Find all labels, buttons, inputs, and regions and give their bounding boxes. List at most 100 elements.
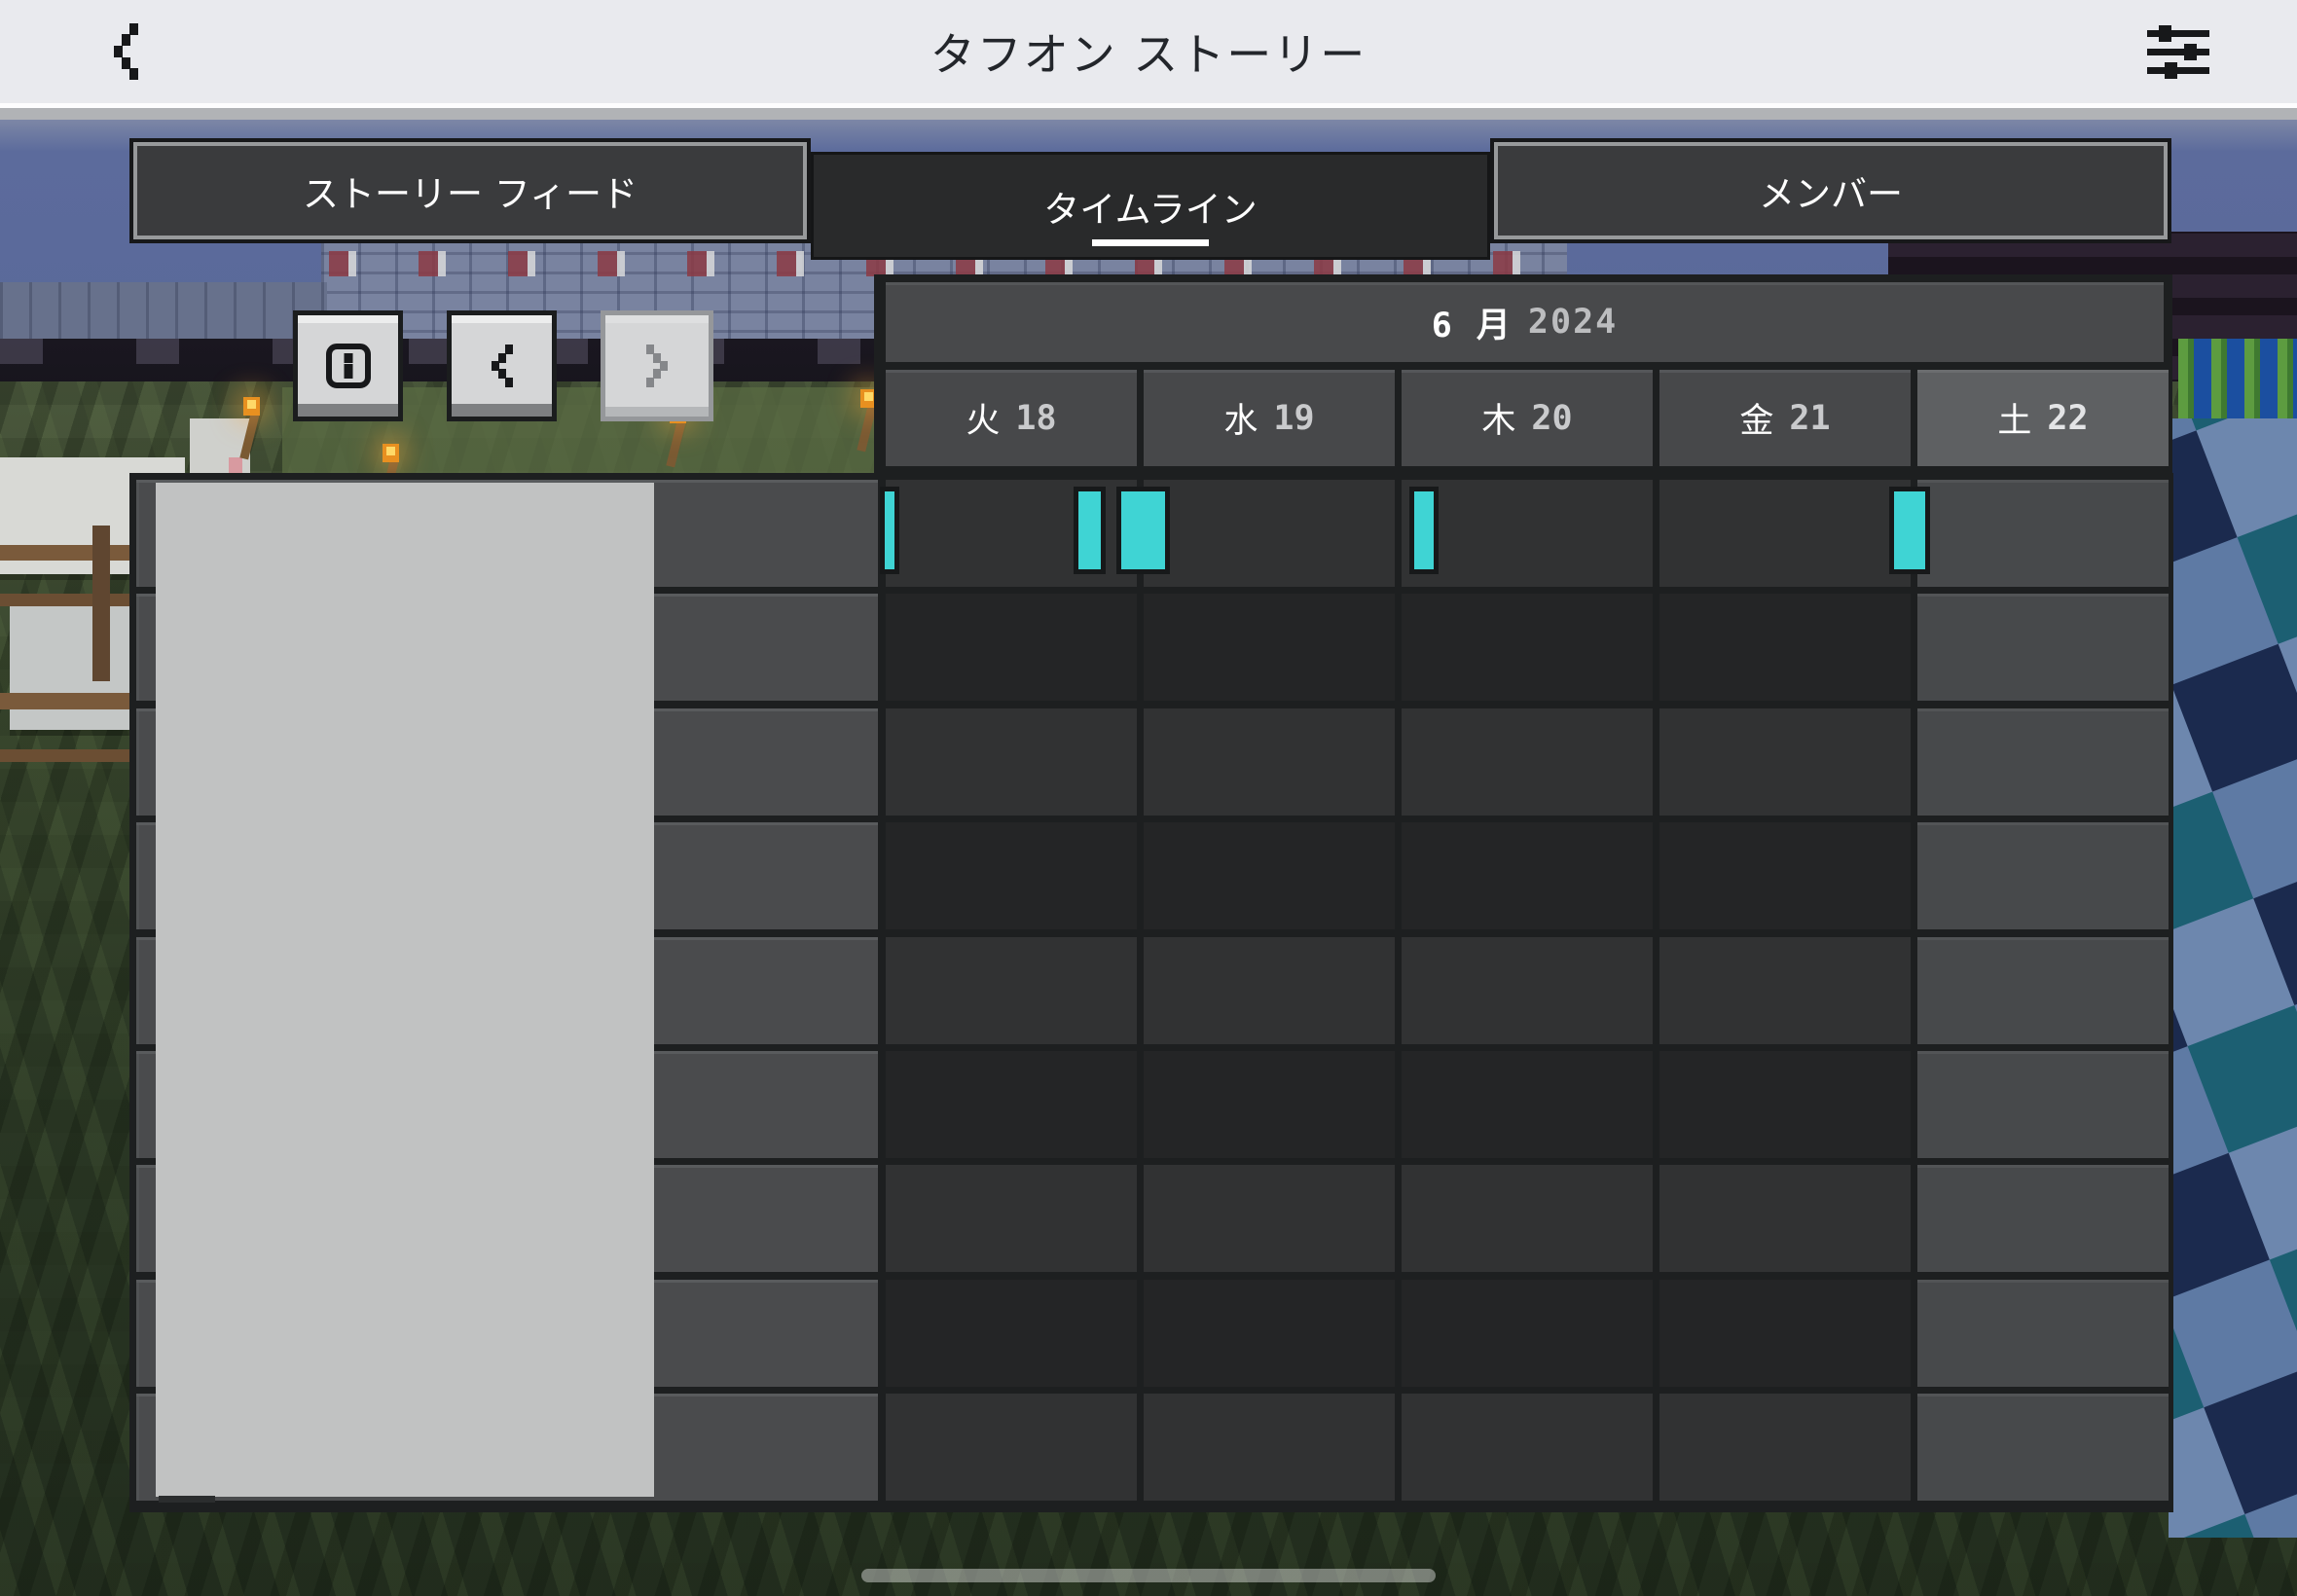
day-header-19: 水 19 — [1144, 370, 1395, 466]
selected-tab-underline — [1092, 239, 1209, 246]
timeline-cell — [1144, 936, 1395, 1044]
next-week-button[interactable] — [601, 310, 713, 421]
back-button[interactable] — [90, 16, 164, 88]
tab-label: タイムライン — [1043, 188, 1258, 231]
chevron-right-icon — [646, 345, 668, 387]
timeline-cell — [1659, 1394, 1911, 1502]
button-bevel — [298, 404, 398, 417]
timeline-cell — [1659, 1279, 1911, 1387]
timeline-cell — [1402, 480, 1653, 587]
day-header-date: 22 — [2047, 398, 2089, 438]
background-banner-shield — [2169, 418, 2297, 1538]
timeline-cell — [1402, 1279, 1653, 1387]
timeline-cell — [1659, 822, 1911, 930]
timeline-cell — [1917, 936, 2169, 1044]
tab-members[interactable]: メンバー — [1490, 138, 2171, 243]
day-header-22: 土 22 — [1917, 370, 2169, 466]
day-header-weekday: 金 — [1739, 402, 1774, 441]
timeline-cell — [1144, 1051, 1395, 1158]
member-names-panel — [156, 483, 654, 1497]
timeline-cell — [1917, 1165, 2169, 1273]
page-title: タフオン ストーリー — [930, 28, 1367, 81]
info-icon — [325, 344, 371, 388]
timeline-cell — [1659, 936, 1911, 1044]
timeline-event-marker[interactable] — [1889, 487, 1930, 574]
day-header-weekday: 水 — [1223, 402, 1258, 441]
timeline-cell — [1144, 1165, 1395, 1273]
timeline-cell — [1144, 480, 1395, 587]
timeline-cell — [1917, 822, 2169, 930]
timeline-cell — [1402, 936, 1653, 1044]
day-header-date: 19 — [1273, 398, 1315, 438]
timeline-cell — [886, 707, 1137, 816]
chevron-left-icon — [491, 345, 513, 387]
timeline-cell — [886, 1279, 1137, 1387]
year-label: 2024 — [1527, 303, 1619, 342]
timeline-cell — [1917, 1279, 2169, 1387]
timeline-event-marker[interactable] — [1116, 487, 1170, 574]
day-header-21: 金 21 — [1659, 370, 1911, 466]
timeline-event-marker[interactable] — [1409, 487, 1439, 574]
button-bevel — [452, 315, 552, 323]
day-header-date: 18 — [1015, 398, 1057, 438]
background-banner-checker — [2169, 418, 2297, 1538]
timeline-cell — [886, 1394, 1137, 1502]
timeline-cell — [1917, 707, 2169, 816]
torch-flame — [243, 397, 260, 416]
timeline-cell — [1402, 707, 1653, 816]
month-header: 6 月 2024 — [886, 282, 2164, 362]
button-bevel — [452, 404, 552, 417]
sheep-nose — [229, 457, 242, 473]
day-header-date: 21 — [1789, 398, 1831, 438]
tab-bar: ストーリー フィード タイムライン メンバー — [129, 138, 2171, 265]
settings-button[interactable] — [2128, 14, 2229, 90]
fence-post — [92, 526, 110, 681]
day-header-date: 20 — [1531, 398, 1573, 438]
chevron-left-icon — [114, 23, 138, 80]
torch-flame — [383, 444, 399, 462]
button-bevel — [605, 315, 709, 323]
day-header-weekday: 木 — [1481, 402, 1516, 441]
timeline-cell — [886, 822, 1137, 930]
day-header-20: 木 20 — [1402, 370, 1653, 466]
day-header-weekday: 土 — [1997, 402, 2032, 441]
timeline-cell — [1402, 1394, 1653, 1502]
timeline-cell — [1144, 822, 1395, 930]
timeline-cell — [1402, 1165, 1653, 1273]
month-label: 6 月 — [1431, 306, 1513, 345]
previous-week-button[interactable] — [447, 310, 557, 421]
timeline-cell — [1402, 594, 1653, 702]
timeline-cell — [1659, 480, 1911, 587]
background-wall-left — [0, 282, 327, 345]
timeline-cell — [1144, 594, 1395, 702]
info-button[interactable] — [293, 310, 403, 421]
day-header-weekday: 火 — [966, 402, 1001, 441]
timeline-cell — [886, 936, 1137, 1044]
timeline-event-marker[interactable] — [880, 487, 899, 574]
tab-timeline[interactable]: タイムライン — [811, 152, 1490, 260]
timeline-cell — [1917, 1051, 2169, 1158]
timeline-cell — [1659, 707, 1911, 816]
timeline-cell — [1144, 1394, 1395, 1502]
timeline-cell — [1659, 1165, 1911, 1273]
button-bevel — [605, 407, 709, 417]
tab-label: メンバー — [1759, 173, 1903, 215]
timeline-cell — [1659, 594, 1911, 702]
timeline-cell — [1402, 822, 1653, 930]
scroll-indicator — [159, 1496, 215, 1503]
timeline-cell — [1917, 480, 2169, 587]
timeline-event-marker[interactable] — [1074, 487, 1106, 574]
tab-story-feed[interactable]: ストーリー フィード — [129, 138, 811, 243]
day-header-18: 火 18 — [886, 370, 1137, 466]
timeline-cell — [1402, 1051, 1653, 1158]
timeline-cell — [1659, 1051, 1911, 1158]
home-indicator[interactable] — [861, 1569, 1436, 1582]
timeline-cell — [1144, 707, 1395, 816]
timeline-cell — [886, 594, 1137, 702]
tab-label: ストーリー フィード — [302, 173, 638, 215]
button-bevel — [298, 315, 398, 323]
timeline-cell — [886, 1165, 1137, 1273]
calendar-header: 6 月 2024 火 18 水 19 木 20 金 21 土 22 — [874, 274, 2172, 473]
timeline-cell — [886, 1051, 1137, 1158]
mixer-sliders-icon — [2147, 25, 2209, 79]
